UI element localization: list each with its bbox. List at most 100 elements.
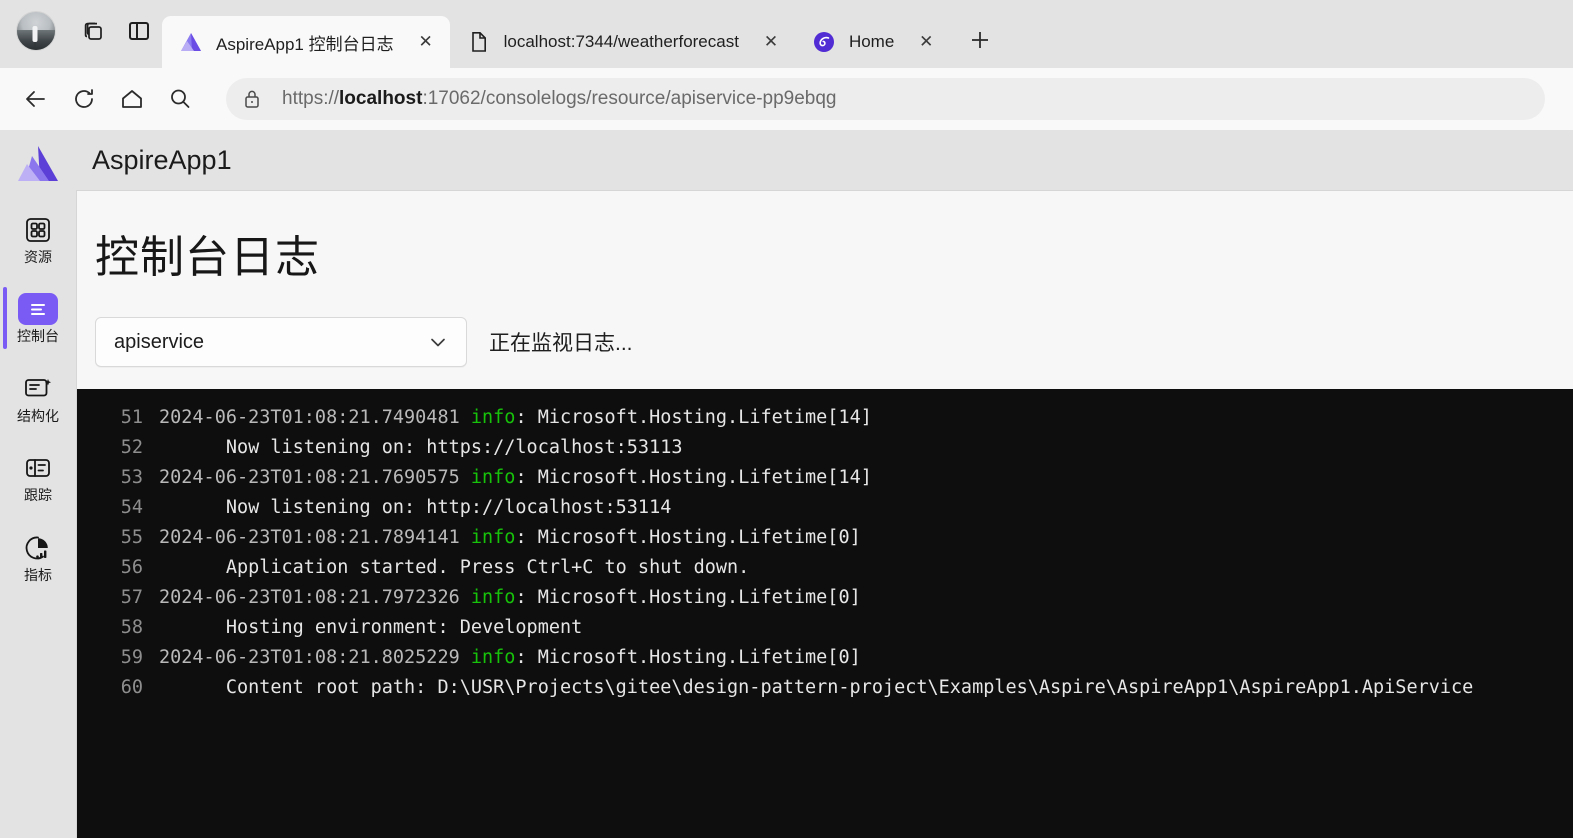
log-message: : Microsoft.Hosting.Lifetime[14] xyxy=(515,467,872,488)
log-level: info xyxy=(470,407,516,428)
console-log-line: 53 2024-06-23T01:08:21.7690575 info: Micr… xyxy=(77,463,1573,493)
app-header: AspireApp1 xyxy=(76,130,1573,190)
console-log-line: 51 2024-06-23T01:08:21.7490481 info: Micr… xyxy=(77,403,1573,433)
log-timestamp: 2024-06-23T01:08:21.7490481 xyxy=(159,407,471,428)
sidebar-item-resources[interactable]: 资源 xyxy=(0,206,76,271)
log-message: Now listening on: https://localhost:5311… xyxy=(159,437,683,458)
sidebar-item-metrics[interactable]: 指标 xyxy=(0,524,76,589)
tab-home[interactable]: Home ✕ xyxy=(795,16,950,68)
console-log-line: 55 2024-06-23T01:08:21.7894141 info: Micr… xyxy=(77,523,1573,553)
browser-window: AspireApp1 控制台日志 ✕ localhost:7344/weathe… xyxy=(0,0,1573,838)
chevron-down-icon xyxy=(428,332,448,352)
search-icon[interactable] xyxy=(156,77,204,121)
log-message: Content root path: D:\USR\Projects\gitee… xyxy=(159,677,1474,698)
line-number: 52 xyxy=(120,437,143,458)
log-timestamp: 2024-06-23T01:08:21.7972326 xyxy=(159,587,471,608)
sidebar-item-label: 跟踪 xyxy=(24,487,52,504)
log-text: 2024-06-23T01:08:21.7490481 info: Micros… xyxy=(159,403,872,433)
log-text: Now listening on: https://localhost:5311… xyxy=(159,433,683,463)
tab-strip: AspireApp1 控制台日志 ✕ localhost:7344/weathe… xyxy=(0,0,1573,68)
log-timestamp: 2024-06-23T01:08:21.8025229 xyxy=(159,647,471,668)
log-text: 2024-06-23T01:08:21.7690575 info: Micros… xyxy=(159,463,872,493)
log-text: 2024-06-23T01:08:21.7972326 info: Micros… xyxy=(159,583,861,613)
sidebar-item-traces[interactable]: 跟踪 xyxy=(0,444,76,509)
watch-status: 正在监视日志... xyxy=(489,332,633,355)
console-log-line: 56 Application started. Press Ctrl+C to … xyxy=(77,553,1573,583)
url-text: https://localhost:17062/consolelogs/reso… xyxy=(282,88,837,109)
console-log-line: 59 2024-06-23T01:08:21.8025229 info: Micr… xyxy=(77,643,1573,673)
line-number: 51 xyxy=(120,407,143,428)
log-timestamp: 2024-06-23T01:08:21.7690575 xyxy=(159,467,471,488)
back-icon[interactable] xyxy=(12,77,60,121)
tab-aspire-console[interactable]: AspireApp1 控制台日志 ✕ xyxy=(162,16,450,68)
blazor-icon xyxy=(813,31,835,53)
new-tab-button[interactable] xyxy=(960,20,1000,60)
line-number: 57 xyxy=(120,587,143,608)
split-screen-icon[interactable] xyxy=(116,8,162,54)
sidebar-item-structured[interactable]: 结构化 xyxy=(0,365,76,430)
reload-icon[interactable] xyxy=(60,77,108,121)
log-message: : Microsoft.Hosting.Lifetime[0] xyxy=(515,527,861,548)
log-level: info xyxy=(470,527,516,548)
app-viewport: 资源 控制台 结构化 跟踪 指标 AspireApp1 控制台日志 apiser… xyxy=(0,130,1573,838)
app-name: AspireApp1 xyxy=(92,144,232,175)
resources-grid-icon xyxy=(20,214,56,246)
chrome-left-buttons xyxy=(8,0,162,68)
log-message: : Microsoft.Hosting.Lifetime[0] xyxy=(515,587,861,608)
sidebar-item-label: 结构化 xyxy=(17,407,59,424)
log-level: info xyxy=(470,587,516,608)
log-text: Content root path: D:\USR\Projects\gitee… xyxy=(159,673,1473,703)
console-log-line: 54 Now listening on: http://localhost:53… xyxy=(77,493,1573,523)
log-text: Now listening on: http://localhost:53114 xyxy=(159,493,672,523)
line-number: 60 xyxy=(120,677,143,698)
page-title: 控制台日志 xyxy=(95,233,320,282)
sidebar-item-label: 资源 xyxy=(24,249,52,265)
tab-groups-icon[interactable] xyxy=(70,8,116,54)
console-log-line: 60 Content root path: D:\USR\Projects\gi… xyxy=(77,673,1573,703)
line-number: 53 xyxy=(120,467,143,488)
log-message: : Microsoft.Hosting.Lifetime[14] xyxy=(515,407,872,428)
log-level: info xyxy=(470,647,516,668)
app-sidebar: 资源 控制台 结构化 跟踪 指标 xyxy=(0,130,76,838)
close-icon[interactable]: ✕ xyxy=(412,28,440,56)
log-text: 2024-06-23T01:08:21.8025229 info: Micros… xyxy=(159,643,861,673)
tab-title: Home xyxy=(848,32,895,51)
tab-title: AspireApp1 控制台日志 xyxy=(216,34,394,54)
resource-select[interactable]: apiservice xyxy=(95,317,467,367)
structured-logs-icon xyxy=(20,373,56,405)
console-log-line: 52 Now listening on: https://localhost:5… xyxy=(77,433,1573,463)
console-output[interactable]: 51 2024-06-23T01:08:21.7490481 info: Micr… xyxy=(77,389,1573,838)
line-number: 55 xyxy=(120,527,143,548)
line-number: 56 xyxy=(120,557,143,578)
address-bar[interactable]: https://localhost:17062/consolelogs/reso… xyxy=(226,78,1545,120)
line-number: 59 xyxy=(120,647,143,668)
app-content: AspireApp1 控制台日志 apiservice 正在监视日志... 51… xyxy=(76,130,1573,838)
log-message: Now listening on: http://localhost:53114 xyxy=(159,497,672,518)
aspire-logo-icon xyxy=(10,138,66,190)
log-text: Hosting environment: Development xyxy=(159,613,582,643)
log-message: Hosting environment: Development xyxy=(159,617,583,638)
aspire-logo-icon xyxy=(180,31,202,53)
close-icon[interactable]: ✕ xyxy=(912,28,940,56)
browser-toolbar: https://localhost:17062/consolelogs/reso… xyxy=(0,68,1573,130)
log-level: info xyxy=(470,467,516,488)
close-icon[interactable]: ✕ xyxy=(757,28,785,56)
lock-icon xyxy=(242,88,262,110)
log-text: Application started. Press Ctrl+C to shu… xyxy=(159,553,750,583)
page-icon xyxy=(468,31,490,53)
log-text: 2024-06-23T01:08:21.7894141 info: Micros… xyxy=(159,523,861,553)
tab-weatherforecast[interactable]: localhost:7344/weatherforecast ✕ xyxy=(450,16,795,68)
sidebar-item-console[interactable]: 控制台 xyxy=(0,285,76,350)
home-icon[interactable] xyxy=(108,77,156,121)
traces-icon xyxy=(20,452,56,484)
sidebar-item-label: 指标 xyxy=(24,566,52,583)
log-timestamp: 2024-06-23T01:08:21.7894141 xyxy=(159,527,471,548)
resource-select-value: apiservice xyxy=(114,330,205,353)
console-logs-page: 控制台日志 apiservice 正在监视日志... 51 2024-06-23T… xyxy=(76,190,1573,838)
log-message: Application started. Press Ctrl+C to shu… xyxy=(159,557,750,578)
line-number: 54 xyxy=(120,497,143,518)
console-icon xyxy=(18,293,58,326)
avatar[interactable] xyxy=(16,11,56,51)
log-message: : Microsoft.Hosting.Lifetime[0] xyxy=(515,647,861,668)
tab-list: AspireApp1 控制台日志 ✕ localhost:7344/weathe… xyxy=(162,0,1000,68)
